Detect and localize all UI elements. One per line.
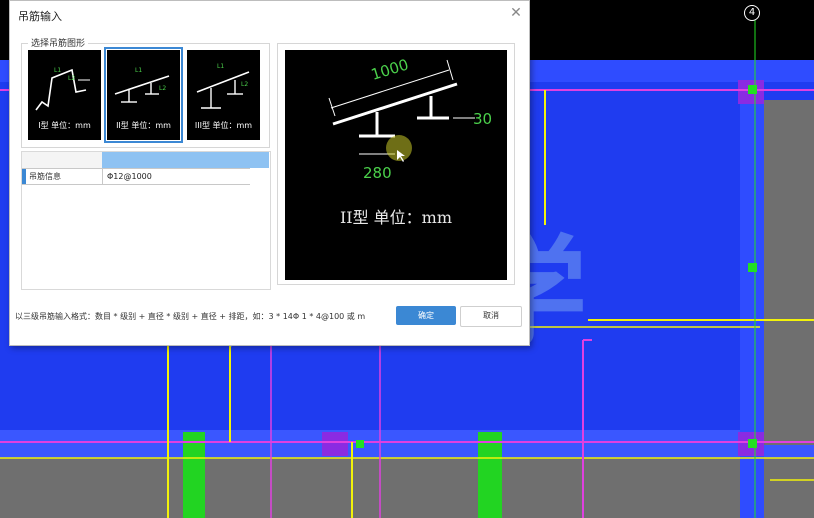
dim-length-label: 1000	[369, 55, 411, 83]
cancel-button[interactable]: 取消	[460, 306, 522, 327]
grid-header-corner	[22, 152, 103, 168]
dim-gap-label: 30	[473, 110, 492, 128]
shape-selector-group: L1 L2 I型 单位：mm L1 L2 II型 单位：mm L1 L2 III…	[21, 43, 270, 148]
input-format-hint: 以三级吊筋输入格式：数目 * 级别 + 直径 * 级别 + 直径 + 排距，如：…	[15, 312, 366, 321]
thumb3-label-a: L1	[217, 63, 224, 70]
grid-header	[102, 152, 269, 168]
shape-type-2-preview: 1000 30 280	[328, 55, 492, 182]
shape-thumb-type-1[interactable]: L1 L2 I型 单位：mm	[28, 50, 101, 140]
shape-thumb-type-3[interactable]: L1 L2 III型 单位：mm	[187, 50, 260, 140]
dialog-title: 吊筋输入	[18, 10, 62, 23]
thumb-caption-3: III型 单位：mm	[194, 121, 253, 130]
thumb-caption-1: I型 单位：mm	[38, 121, 91, 130]
ok-button[interactable]: 确定	[396, 306, 456, 325]
grid-axis-label: 4	[744, 5, 760, 21]
shape-preview-panel: 1000 30 280 II型 单位：mm	[277, 43, 515, 285]
thumb2-label-a: L1	[135, 67, 142, 74]
preview-caption: II型 单位：mm	[339, 208, 453, 227]
thumb2-label-b: L2	[159, 85, 166, 92]
thumb1-label-b: L2	[68, 75, 75, 82]
thumb3-label-b: L2	[241, 81, 248, 88]
rebar-info-input[interactable]: Φ12@1000	[102, 169, 249, 184]
dialog-titlebar[interactable]: 吊筋输入 ✕	[10, 1, 529, 27]
shape-thumb-type-2[interactable]: L1 L2 II型 单位：mm	[104, 47, 183, 143]
thumb1-label-a: L1	[54, 67, 61, 74]
grid-row-rebar-info[interactable]: 吊筋信息 Φ12@1000	[22, 168, 250, 185]
group-label: 选择吊筋图形	[28, 36, 89, 49]
row-label: 吊筋信息	[29, 172, 61, 181]
dim-height-label: 280	[363, 164, 392, 182]
property-grid: 吊筋信息 Φ12@1000	[21, 151, 271, 290]
shape-preview-canvas: 1000 30 280 II型 单位：mm	[285, 50, 507, 280]
thumb-caption-2: II型 单位：mm	[116, 121, 171, 130]
close-icon[interactable]: ✕	[507, 4, 525, 22]
rebar-input-dialog: 吊筋输入 ✕ L1 L2 I型 单位：mm L1 L2 II型 单位：mm L1…	[9, 0, 530, 346]
row-selected-marker	[22, 169, 26, 184]
